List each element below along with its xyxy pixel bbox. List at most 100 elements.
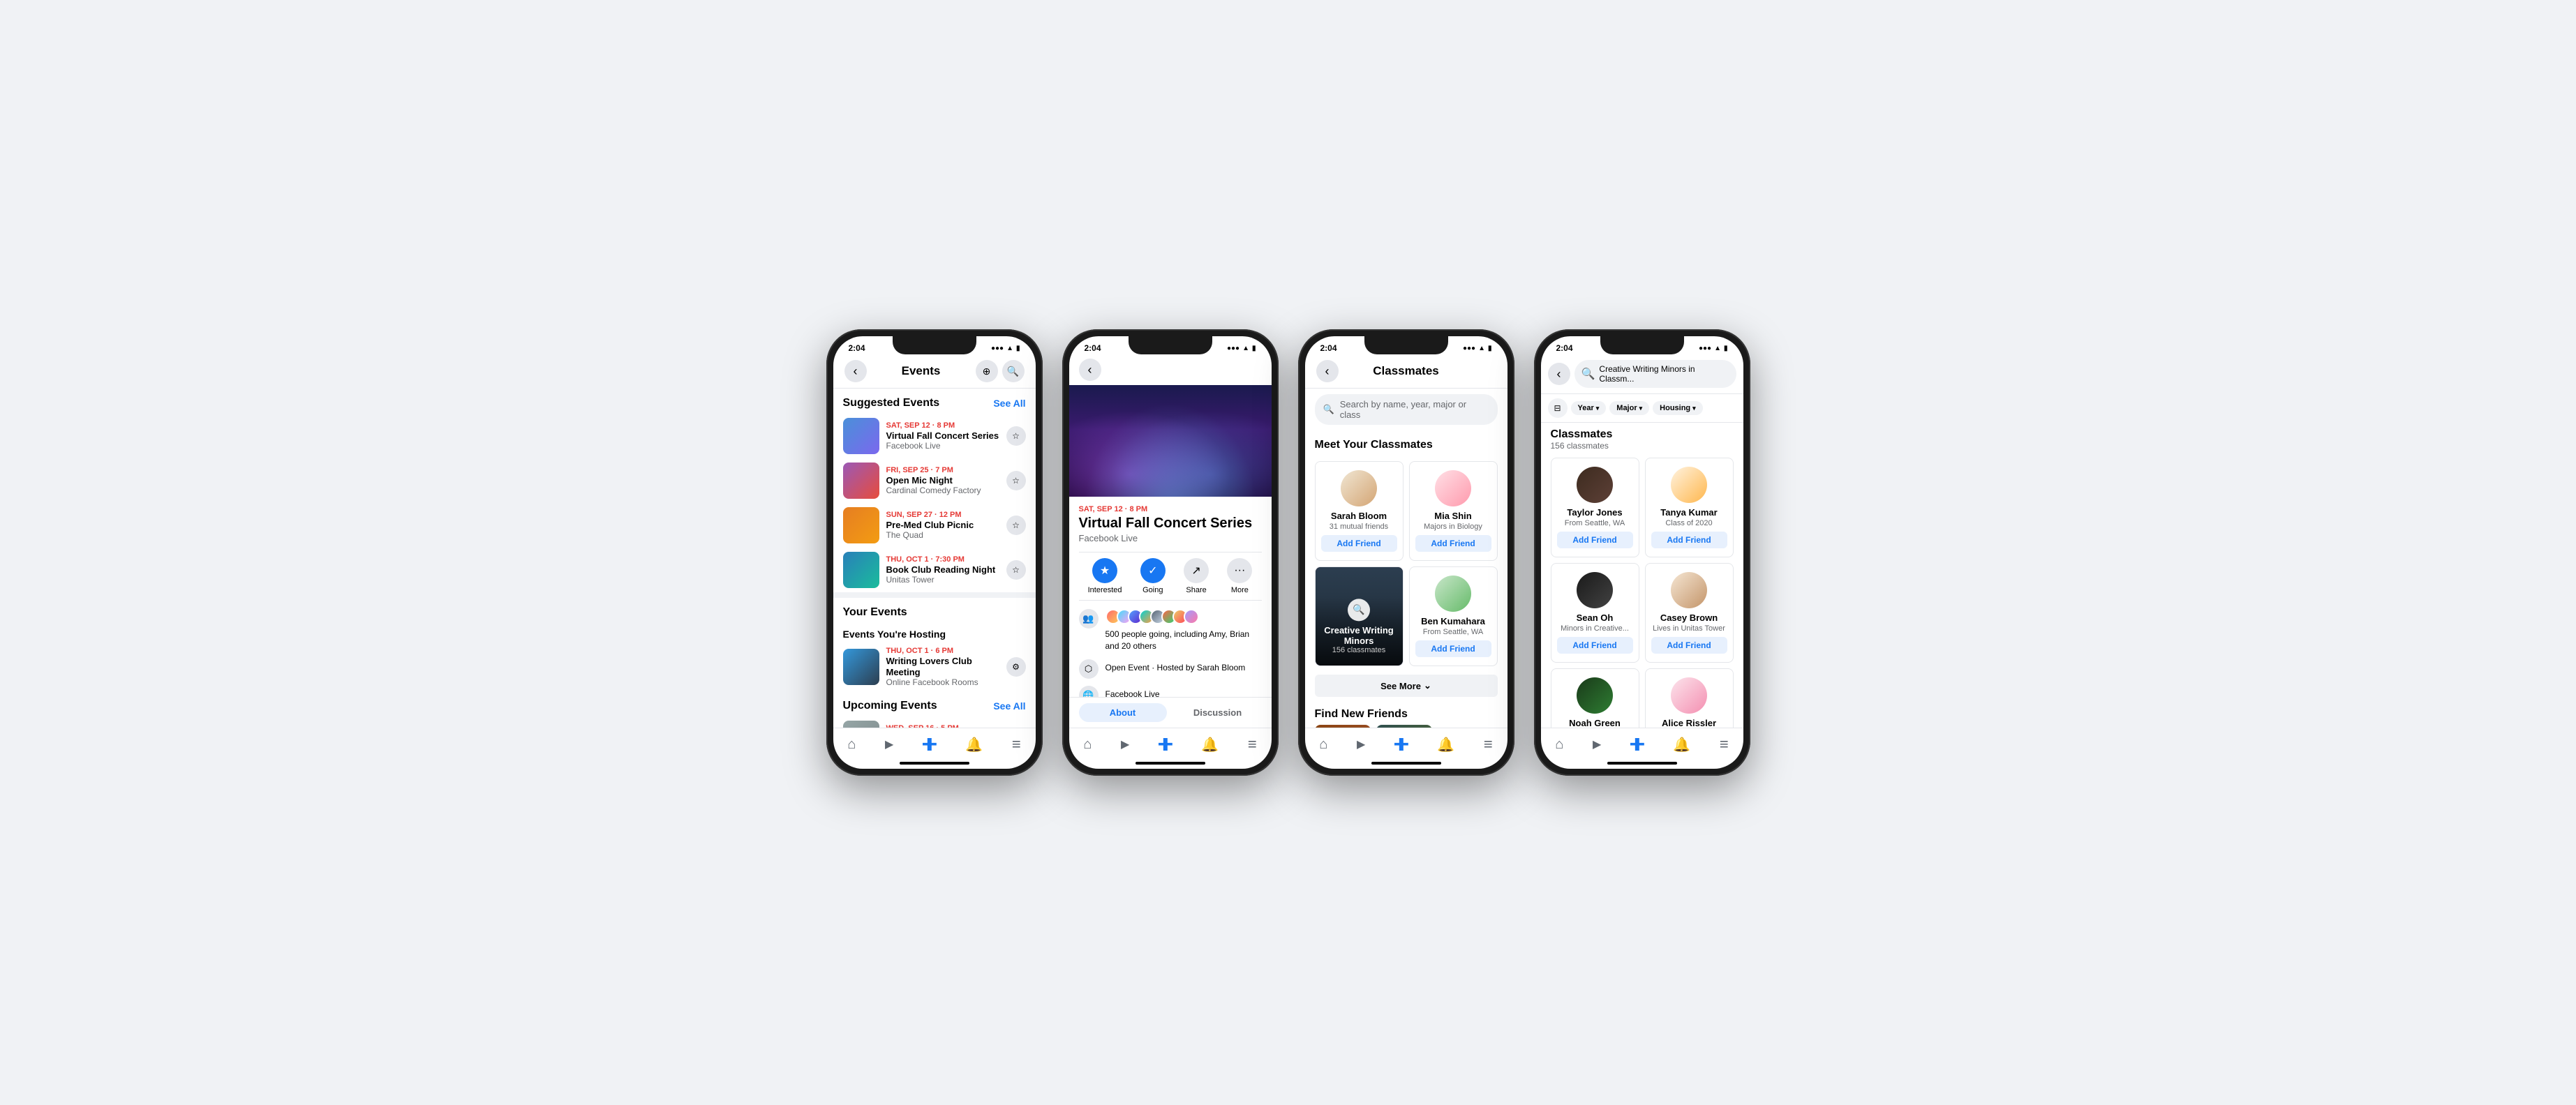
event-loc-mic: Cardinal Comedy Factory	[886, 486, 999, 495]
classmate-noah[interactable]: Noah Green Add Friend	[1551, 668, 1639, 728]
interested-button[interactable]: ★ Interested	[1088, 558, 1122, 594]
bottom-fb-2[interactable]	[1153, 737, 1178, 752]
bottom-fb-1[interactable]	[917, 737, 942, 752]
back-button-4[interactable]: ‹	[1548, 363, 1570, 385]
name-ben: Ben Kumahara	[1421, 616, 1485, 626]
bottom-menu-1[interactable]: ≡	[1006, 734, 1027, 755]
add-friend-ben[interactable]: Add Friend	[1415, 640, 1491, 657]
status-time-2: 2:04	[1085, 343, 1101, 353]
event-loc-picnic: The Quad	[886, 530, 999, 540]
bottom-home-3[interactable]: ⌂	[1313, 735, 1333, 754]
bookmark-mic[interactable]: ☆	[1006, 471, 1026, 490]
filter-search-bar[interactable]: 🔍 Creative Writing Minors in Classm...	[1574, 360, 1736, 388]
classmate-ben[interactable]: Ben Kumahara From Seattle, WA Add Friend	[1409, 566, 1498, 666]
bottom-menu-3[interactable]: ≡	[1478, 734, 1498, 755]
bookmark-book[interactable]: ☆	[1006, 560, 1026, 580]
bookmark-concert[interactable]: ☆	[1006, 426, 1026, 446]
back-button-1[interactable]: ‹	[844, 360, 867, 382]
event-item-picnic[interactable]: SUN, SEP 27 · 12 PM Pre-Med Club Picnic …	[833, 503, 1036, 548]
see-more-label: See More	[1380, 681, 1421, 691]
back-icon-2: ‹	[1088, 363, 1092, 377]
event-item-upcoming[interactable]: WED, SEP 16 · 5 PM Unitas Tower Meet-up …	[833, 716, 1036, 728]
search-button-1[interactable]: 🔍	[1002, 360, 1025, 382]
housing-chevron	[1692, 404, 1696, 412]
see-all-1-btn[interactable]: See All	[993, 398, 1025, 409]
bottom-home-4[interactable]: ⌂	[1549, 735, 1569, 754]
bottom-video-2[interactable]: ▶	[1115, 736, 1135, 753]
results-count: 156 classmates	[1551, 441, 1734, 451]
going-button[interactable]: ✓ Going	[1140, 558, 1166, 594]
event-item-book[interactable]: THU, OCT 1 · 7:30 PM Book Club Reading N…	[833, 548, 1036, 592]
classmate-sean[interactable]: Sean Oh Minors in Creative... Add Friend	[1551, 563, 1639, 663]
add-friend-sean[interactable]: Add Friend	[1557, 637, 1633, 654]
attendees-text: 500 people going, including Amy, Brian a…	[1105, 626, 1262, 652]
bottom-menu-2[interactable]: ≡	[1242, 734, 1263, 755]
status-icons-1: ●●● ▲ ▮	[991, 345, 1020, 352]
bottom-fb-4[interactable]	[1625, 737, 1650, 752]
cw-card-text: Creative Writing Minors 156 classmates	[1321, 625, 1397, 657]
discussion-tab[interactable]: Discussion	[1174, 703, 1262, 722]
bottom-bell-4[interactable]: 🔔	[1667, 735, 1696, 755]
event-loc-book: Unitas Tower	[886, 575, 999, 585]
page-title-1: Events	[867, 364, 976, 378]
add-friend-casey[interactable]: Add Friend	[1651, 637, 1727, 654]
attendee-avatars-row	[1105, 609, 1262, 624]
status-icons-3: ●●● ▲ ▮	[1463, 345, 1492, 352]
hosting-event-item[interactable]: THU, OCT 1 · 6 PM Writing Lovers Club Me…	[833, 642, 1036, 691]
bottom-bell-2[interactable]: 🔔	[1196, 735, 1224, 755]
classmate-mia[interactable]: Mia Shin Majors in Biology Add Friend	[1409, 461, 1498, 561]
housing-filter-chip[interactable]: Housing	[1653, 401, 1703, 415]
bottom-home-2[interactable]: ⌂	[1078, 735, 1097, 754]
bottom-home-1[interactable]: ⌂	[842, 735, 861, 754]
add-friend-tanya[interactable]: Add Friend	[1651, 532, 1727, 548]
screen-content-1: Suggested Events See All SAT, SEP 12 · 8…	[833, 389, 1036, 728]
event-thumb-unitas	[843, 721, 879, 728]
tab-bar-2: About Discussion	[1069, 697, 1272, 728]
add-friend-sarah[interactable]: Add Friend	[1321, 535, 1397, 552]
classmate-sarah[interactable]: Sarah Bloom 31 mutual friends Add Friend	[1315, 461, 1404, 561]
filter-icon-button[interactable]: ⊟	[1548, 398, 1568, 418]
add-friend-mia[interactable]: Add Friend	[1415, 535, 1491, 552]
signal-icon-2: ●●●	[1227, 345, 1239, 352]
major-filter-chip[interactable]: Major	[1609, 401, 1649, 415]
back-button-2[interactable]: ‹	[1079, 359, 1101, 381]
classmate-tanya[interactable]: Tanya Kumar Class of 2020 Add Friend	[1645, 458, 1734, 557]
event-date-mic: FRI, SEP 25 · 7 PM	[886, 466, 999, 474]
year-filter-chip[interactable]: Year	[1571, 401, 1607, 415]
bookmark-picnic[interactable]: ☆	[1006, 516, 1026, 535]
bottom-video-1[interactable]: ▶	[879, 736, 899, 753]
year-chevron	[1596, 404, 1600, 412]
add-friend-taylor[interactable]: Add Friend	[1557, 532, 1633, 548]
bottom-video-3[interactable]: ▶	[1351, 736, 1371, 753]
share-icon: ↗	[1184, 558, 1209, 583]
more-button-2[interactable]: ··· More	[1227, 558, 1252, 594]
classmate-casey[interactable]: Casey Brown Lives in Unitas Tower Add Fr…	[1645, 563, 1734, 663]
see-all-2-btn[interactable]: See All	[993, 700, 1025, 712]
about-tab[interactable]: About	[1079, 703, 1167, 722]
search-bar-3[interactable]: 🔍 Search by name, year, major or class	[1315, 394, 1498, 425]
hosting-gear-button[interactable]: ⚙	[1006, 657, 1026, 677]
phone-1-screen: 2:04 ●●● ▲ ▮ ‹ Events ⊕ 🔍	[833, 336, 1036, 769]
bottom-video-4[interactable]: ▶	[1587, 736, 1607, 753]
bottom-menu-4[interactable]: ≡	[1714, 734, 1734, 755]
see-more-button[interactable]: See More ⌄	[1315, 675, 1498, 697]
avatar-taylor	[1577, 467, 1613, 503]
bottom-fb-3[interactable]	[1389, 737, 1414, 752]
back-icon-1: ‹	[854, 364, 858, 379]
bottom-bell-1[interactable]: 🔔	[960, 735, 988, 755]
filter-search-icon: 🔍	[1581, 367, 1595, 381]
search-icon-1: 🔍	[1007, 366, 1019, 377]
event-thumb-mic	[843, 463, 879, 499]
share-button[interactable]: ↗ Share	[1184, 558, 1209, 594]
suggested-header: Suggested Events See All	[833, 389, 1036, 414]
back-button-3[interactable]: ‹	[1316, 360, 1339, 382]
classmate-taylor[interactable]: Taylor Jones From Seattle, WA Add Friend	[1551, 458, 1639, 557]
classmate-alice[interactable]: Alice Rissler Add Friend	[1645, 668, 1734, 728]
add-event-button[interactable]: ⊕	[976, 360, 998, 382]
event-item-concert[interactable]: SAT, SEP 12 · 8 PM Virtual Fall Concert …	[833, 414, 1036, 458]
cw-card-title: Creative Writing Minors	[1324, 625, 1394, 646]
bottom-bell-3[interactable]: 🔔	[1431, 735, 1460, 755]
cw-minors-card[interactable]: 🔍 Creative Writing Minors 156 classmates	[1315, 566, 1404, 666]
platform-meta: 🌐 Facebook Live	[1079, 686, 1262, 697]
event-item-mic[interactable]: FRI, SEP 25 · 7 PM Open Mic Night Cardin…	[833, 458, 1036, 503]
